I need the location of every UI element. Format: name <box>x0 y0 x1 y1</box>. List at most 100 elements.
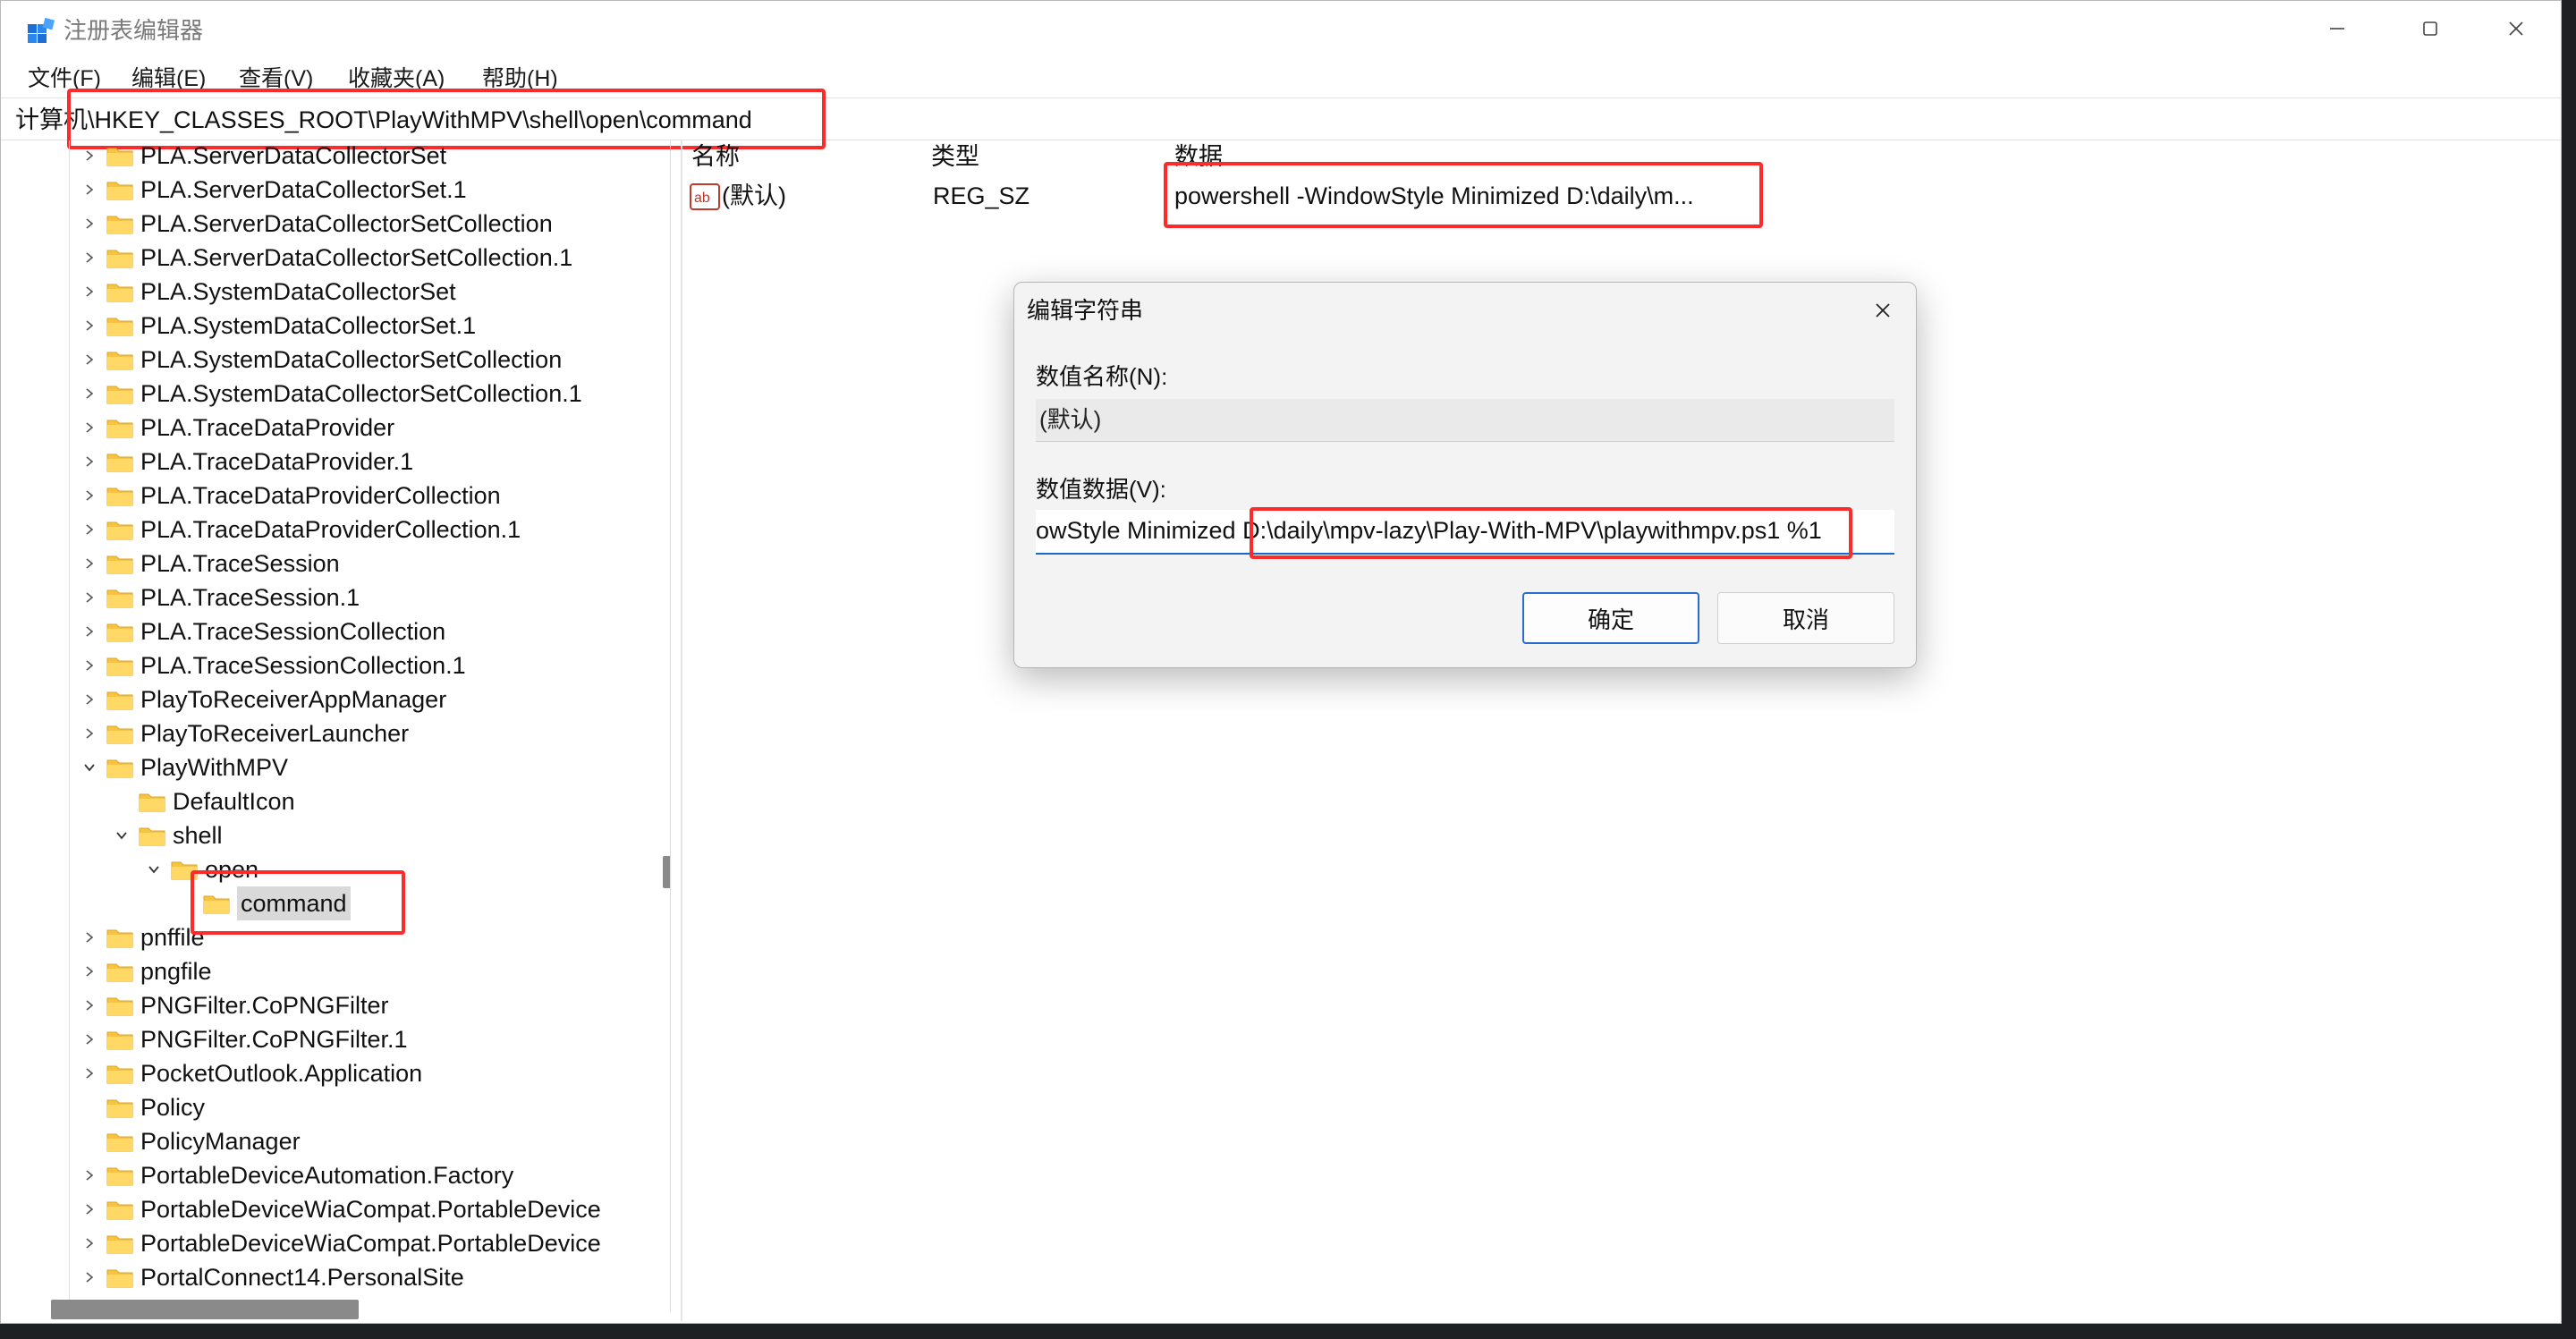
tree-item[interactable]: PLA.TraceSession.1 <box>80 581 360 614</box>
chevron-down-icon[interactable] <box>144 852 164 886</box>
column-header-data[interactable]: 数据 <box>1174 140 1223 173</box>
tree-item[interactable]: open <box>144 852 258 886</box>
chevron-right-icon[interactable] <box>80 377 99 411</box>
chevron-down-icon[interactable] <box>112 818 131 852</box>
chevron-right-icon[interactable] <box>80 547 99 581</box>
tree-item[interactable]: PLA.ServerDataCollectorSetCollection.1 <box>80 241 572 275</box>
dialog-close-button[interactable] <box>1868 295 1898 326</box>
chevron-right-icon[interactable] <box>80 1158 99 1192</box>
tree-item[interactable]: PlayWithMPV <box>80 750 288 784</box>
tree-item[interactable]: PLA.SystemDataCollectorSet.1 <box>80 309 476 343</box>
tree-item[interactable]: Policy <box>80 1090 205 1124</box>
tree-item-label: PLA.ServerDataCollectorSet.1 <box>140 176 467 203</box>
menu-file[interactable]: 文件(F) <box>28 64 101 94</box>
chevron-right-icon[interactable] <box>80 140 99 173</box>
chevron-right-icon[interactable] <box>80 920 99 954</box>
folder-icon <box>106 519 133 540</box>
chevron-right-icon[interactable] <box>80 614 99 648</box>
chevron-right-icon[interactable] <box>80 1022 99 1056</box>
tree-item[interactable]: PlayToReceiverAppManager <box>80 682 446 716</box>
chevron-right-icon[interactable] <box>80 445 99 479</box>
tree-vertical-scroll-thumb[interactable] <box>663 856 670 888</box>
tree-item-label: PortableDeviceAutomation.Factory <box>140 1162 514 1189</box>
tree-item-label: PLA.TraceDataProviderCollection.1 <box>140 516 521 543</box>
chevron-right-icon[interactable] <box>80 1226 99 1260</box>
tree-item[interactable]: pnffile <box>80 920 205 954</box>
tree-item[interactable]: PLA.ServerDataCollectorSet <box>80 140 446 173</box>
tree-item[interactable]: PortableDeviceWiaCompat.PortableDevice <box>80 1192 601 1226</box>
tree-item[interactable]: pngfile <box>80 954 212 988</box>
chevron-right-icon[interactable] <box>80 241 99 275</box>
tree-item[interactable]: PLA.TraceDataProvider <box>80 411 394 445</box>
chevron-right-icon[interactable] <box>80 1192 99 1226</box>
chevron-right-icon[interactable] <box>80 581 99 614</box>
tree-horizontal-scroll-thumb[interactable] <box>51 1300 359 1319</box>
column-header-name[interactable]: 名称 <box>691 140 740 173</box>
chevron-right-icon[interactable] <box>80 173 99 207</box>
tree-item-label: PLA.TraceSessionCollection <box>140 618 446 645</box>
chevron-right-icon[interactable] <box>80 411 99 445</box>
menu-help[interactable]: 帮助(H) <box>482 64 558 94</box>
tree-item[interactable]: PortableDeviceWiaCompat.PortableDevice <box>80 1226 601 1260</box>
folder-icon <box>106 315 133 336</box>
tree-item[interactable]: PLA.SystemDataCollectorSetCollection.1 <box>80 377 582 411</box>
chevron-right-icon[interactable] <box>80 275 99 309</box>
folder-icon <box>106 213 133 234</box>
tree-item[interactable]: PLA.ServerDataCollectorSet.1 <box>80 173 467 207</box>
tree-item[interactable]: PNGFilter.CoPNGFilter <box>80 988 389 1022</box>
tree-item[interactable]: PLA.ServerDataCollectorSetCollection <box>80 207 553 241</box>
pane-splitter[interactable] <box>681 140 682 1321</box>
tree-item[interactable]: PocketOutlook.Application <box>80 1056 422 1090</box>
chevron-right-icon[interactable] <box>80 1056 99 1090</box>
cancel-button[interactable]: 取消 <box>1717 592 1894 644</box>
ok-button[interactable]: 确定 <box>1522 592 1699 644</box>
chevron-right-icon[interactable] <box>80 309 99 343</box>
folder-icon <box>106 1233 133 1254</box>
tree-item[interactable]: PLA.TraceSessionCollection.1 <box>80 648 466 682</box>
menu-edit[interactable]: 编辑(E) <box>131 64 206 94</box>
tree-item[interactable]: PLA.TraceSession <box>80 547 340 581</box>
tree-item[interactable]: PLA.TraceSessionCollection <box>80 614 445 648</box>
tree-item[interactable]: DefaultIcon <box>112 784 295 818</box>
tree-item[interactable]: PLA.TraceDataProviderCollection.1 <box>80 513 521 547</box>
tree-item[interactable]: PlayToReceiverLauncher <box>80 716 409 750</box>
address-path[interactable]: 计算机\HKEY_CLASSES_ROOT\PlayWithMPV\shell\… <box>15 104 752 136</box>
chevron-right-icon[interactable] <box>80 343 99 377</box>
tree-item[interactable]: PNGFilter.CoPNGFilter.1 <box>80 1022 408 1056</box>
tree-item[interactable]: command <box>176 886 351 920</box>
tree-item[interactable]: PLA.SystemDataCollectorSetCollection <box>80 343 562 377</box>
value-row[interactable]: ab (默认) REG_SZ powershell -WindowStyle M… <box>684 174 2554 217</box>
chevron-right-icon[interactable] <box>80 988 99 1022</box>
tree-item[interactable]: PortalConnect14.PersonalSite <box>80 1260 464 1294</box>
registry-editor-icon <box>26 17 56 47</box>
tree-item[interactable]: PLA.TraceDataProvider.1 <box>80 445 413 479</box>
menu-view[interactable]: 查看(V) <box>239 64 313 94</box>
chevron-right-icon[interactable] <box>80 207 99 241</box>
chevron-right-icon[interactable] <box>80 479 99 513</box>
tree-item[interactable]: PLA.SystemDataCollectorSet <box>80 275 456 309</box>
tree-item[interactable]: PortableDeviceAutomation.Factory <box>80 1158 513 1192</box>
tree-horizontal-scrollbar[interactable] <box>13 1291 640 1319</box>
tree-item[interactable]: shell <box>112 818 223 852</box>
menu-favorites[interactable]: 收藏夹(A) <box>348 64 445 94</box>
close-window-button[interactable] <box>2470 1 2563 60</box>
address-bar[interactable]: 计算机\HKEY_CLASSES_ROOT\PlayWithMPV\shell\… <box>1 97 2561 140</box>
tree-vertical-scrollbar[interactable] <box>656 140 670 1303</box>
value-data-input[interactable]: owStyle Minimized D:\daily\mpv-lazy\Play… <box>1036 510 1894 555</box>
tree-item-label: PNGFilter.CoPNGFilter <box>140 992 389 1019</box>
column-header-type[interactable]: 类型 <box>931 140 979 173</box>
maximize-button[interactable] <box>2384 1 2477 60</box>
chevron-right-icon[interactable] <box>80 716 99 750</box>
chevron-right-icon[interactable] <box>80 954 99 988</box>
tree-item-label: shell <box>173 822 223 849</box>
chevron-right-icon[interactable] <box>80 1260 99 1294</box>
chevron-right-icon[interactable] <box>80 513 99 547</box>
tree-item[interactable]: PolicyManager <box>80 1124 301 1158</box>
chevron-right-icon[interactable] <box>80 648 99 682</box>
tree-item-label: PortalConnect14.PersonalSite <box>140 1264 464 1291</box>
chevron-right-icon[interactable] <box>80 682 99 716</box>
tree-item[interactable]: PLA.TraceDataProviderCollection <box>80 479 501 513</box>
minimize-button[interactable] <box>2291 1 2384 60</box>
chevron-down-icon[interactable] <box>80 750 99 784</box>
